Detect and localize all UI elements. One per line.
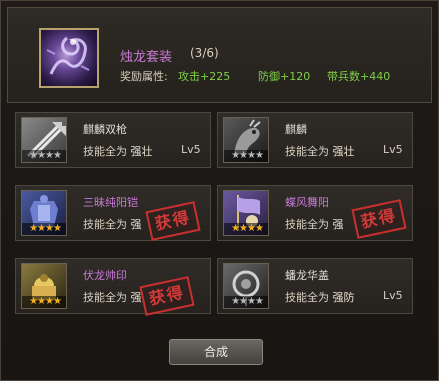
star-icon: ★	[29, 296, 38, 307]
skill-value: 强防	[332, 291, 355, 304]
star-icon: ★	[254, 223, 264, 234]
star-rating: ★★★★	[22, 223, 66, 235]
star-icon: ★	[254, 150, 264, 161]
qilin-mount-icon: ★★★★	[223, 117, 269, 163]
skill-text: 技能全为 强	[83, 289, 142, 305]
skill-label: 技能全为	[285, 145, 329, 158]
skill-label: 技能全为	[285, 291, 329, 304]
skill-text: 技能全为 强壮	[285, 143, 355, 159]
set-count: (3/6)	[190, 46, 219, 60]
item-name: 蟠龙华盖	[285, 269, 329, 282]
bonus-attack: 攻击+225	[178, 70, 231, 83]
set-item-card[interactable]: ★★★★ 三昧纯阳铠 技能全为 强 获得	[15, 185, 211, 241]
star-icon: ★	[239, 223, 248, 234]
star-icon: ★	[239, 296, 248, 307]
skill-value: 强壮	[130, 145, 153, 158]
set-name: 烛龙套装	[120, 50, 173, 65]
item-name: 蝶风舞阳	[285, 196, 329, 209]
item-name: 麒麟双枪	[83, 123, 127, 136]
star-icon: ★	[37, 296, 46, 307]
item-name: 麒麟	[285, 123, 307, 136]
star-icon: ★	[239, 150, 248, 161]
set-item-card[interactable]: ★★★★ 蟠龙华盖 技能全为 强防 Lv5	[217, 258, 413, 314]
star-icon: ★	[247, 150, 256, 161]
star-icon: ★	[231, 223, 240, 234]
skill-value: 强	[332, 218, 344, 231]
star-rating: ★★★★	[224, 150, 268, 162]
star-icon: ★	[29, 223, 38, 234]
star-icon: ★	[29, 150, 38, 161]
set-item-card[interactable]: ★★★★ 伏龙帅印 技能全为 强 获得	[15, 258, 211, 316]
set-item-card[interactable]: ★★★★ 麒麟 技能全为 强壮 Lv5	[217, 112, 413, 168]
item-level: Lv5	[181, 143, 201, 156]
star-icon: ★	[37, 223, 46, 234]
skill-text: 技能全为 强	[285, 216, 344, 232]
star-icon: ★	[231, 296, 240, 307]
obtained-stamp: 获得	[139, 276, 195, 316]
star-rating: ★★★★	[22, 150, 66, 162]
skill-label: 技能全为	[285, 218, 329, 231]
star-icon: ★	[52, 150, 62, 161]
armor-icon: ★★★★	[21, 190, 67, 236]
skill-label: 技能全为	[83, 145, 127, 158]
star-icon: ★	[247, 223, 256, 234]
obtained-stamp: 获得	[351, 199, 407, 239]
star-icon: ★	[45, 223, 54, 234]
bonus-label: 奖励属性:	[120, 70, 168, 83]
bonus-defense: 防御+120	[258, 70, 311, 83]
synthesize-button[interactable]: 合成	[169, 339, 263, 365]
canopy-icon: ★★★★	[223, 263, 269, 309]
star-icon: ★	[52, 296, 62, 307]
skill-label: 技能全为	[83, 291, 127, 304]
skill-label: 技能全为	[83, 218, 127, 231]
item-level: Lv5	[383, 143, 403, 156]
star-icon: ★	[45, 150, 54, 161]
set-item-card[interactable]: ★★★★ 麒麟双枪 技能全为 强壮 Lv5	[15, 112, 211, 168]
set-panel: 烛龙套装 (3/6) 奖励属性: 攻击+225 防御+120 带兵数+440 ★…	[0, 0, 439, 381]
star-rating: ★★★★	[22, 296, 66, 308]
set-header: 烛龙套装 (3/6) 奖励属性: 攻击+225 防御+120 带兵数+440	[7, 7, 432, 103]
skill-text: 技能全为 强防	[285, 289, 355, 305]
seal-icon: ★★★★	[21, 263, 67, 309]
star-icon: ★	[45, 296, 54, 307]
skill-value: 强	[130, 218, 142, 231]
banner-icon: ★★★★	[223, 190, 269, 236]
set-item-card[interactable]: ★★★★ 蝶风舞阳 技能全为 强 获得	[217, 185, 413, 241]
obtained-stamp: 获得	[145, 201, 201, 241]
item-name: 伏龙帅印	[83, 269, 127, 282]
star-rating: ★★★★	[224, 296, 268, 308]
skill-value: 强壮	[332, 145, 355, 158]
skill-text: 技能全为 强壮	[83, 143, 153, 159]
star-icon: ★	[247, 296, 256, 307]
skill-text: 技能全为 强	[83, 216, 142, 232]
star-rating: ★★★★	[224, 223, 268, 235]
star-icon: ★	[37, 150, 46, 161]
star-icon: ★	[231, 150, 240, 161]
item-name: 三昧纯阳铠	[83, 196, 138, 209]
item-level: Lv5	[383, 289, 403, 302]
bonus-troops: 带兵数+440	[327, 70, 391, 83]
dragon-icon[interactable]	[39, 28, 99, 88]
twin-spears-icon: ★★★★	[21, 117, 67, 163]
star-icon: ★	[52, 223, 62, 234]
star-icon: ★	[254, 296, 264, 307]
